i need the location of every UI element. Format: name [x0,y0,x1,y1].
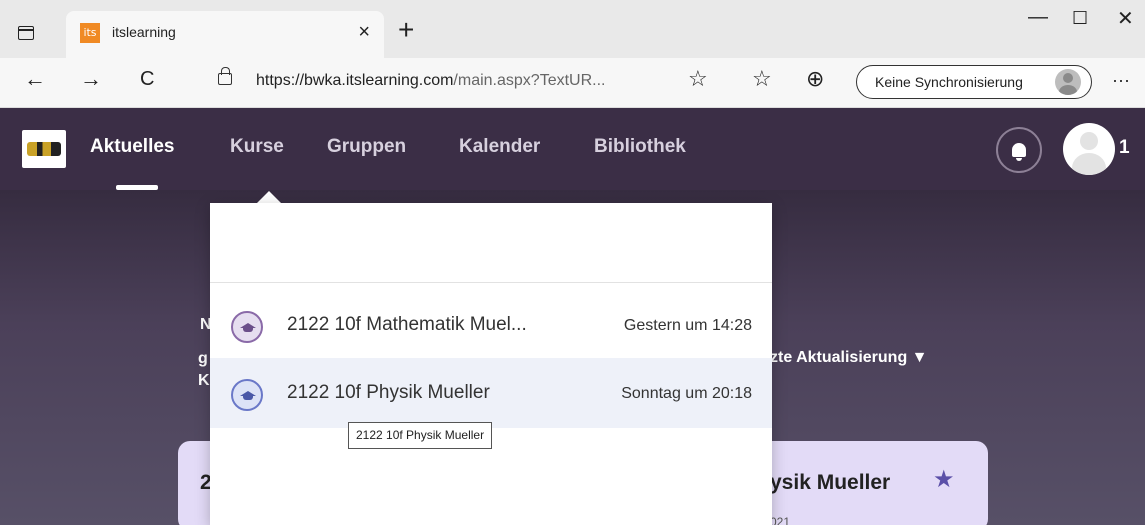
favorite-star-icon[interactable]: ★ [933,465,955,494]
collections-icon[interactable]: ⊕ [806,66,824,92]
minimize-icon[interactable]: — [1028,6,1048,29]
text-partial: K [198,372,210,389]
school-logo[interactable] [22,130,66,168]
profile-avatar-icon [1055,69,1081,95]
more-icon[interactable]: ··· [1112,70,1130,91]
course-item-physik[interactable]: 2122 10f Physik Mueller Sonntag um 20:18 [210,358,772,428]
app-header: Aktuelles Kurse Gruppen Kalender Bibliot… [0,108,1145,190]
back-icon[interactable]: ← [24,66,46,92]
sync-profile-button[interactable]: Keine Synchronisierung [856,65,1092,99]
sync-label: Keine Synchronisierung [875,74,1023,90]
itslearning-favicon-icon: its [80,23,100,43]
course-timestamp: Gestern um 14:28 [623,317,752,334]
text-partial: g [198,350,208,367]
url-path: /main.aspx?TextUR... [453,72,606,89]
user-avatar[interactable] [1063,123,1115,175]
course-item-mathematik[interactable]: 2122 10f Mathematik Muel... Gestern um 1… [210,290,772,360]
add-favorite-icon[interactable]: ☆ [688,66,708,92]
browser-toolbar: ← → C https://bwka.itslearning.com/main.… [0,58,1145,108]
dropdown-search-area[interactable] [210,203,772,283]
notifications-button[interactable] [996,127,1042,173]
close-tab-icon[interactable]: × [358,21,370,44]
forward-icon[interactable]: → [80,66,102,92]
card-title[interactable]: ysik Mueller [770,471,890,495]
lock-icon[interactable] [218,67,232,85]
url-host: https://bwka.itslearning.com [256,72,454,89]
browser-tab[interactable]: its itslearning × [66,11,384,58]
graduation-cap-icon [231,379,263,411]
course-name: 2122 10f Physik Mueller [287,382,490,403]
new-tab-icon[interactable]: + [398,16,414,44]
course-tooltip: 2122 10f Physik Mueller [348,422,493,449]
url-text[interactable]: https://bwka.itslearning.com/main.aspx?T… [256,72,605,90]
nav-gruppen[interactable]: Gruppen [327,136,406,158]
notification-count: 1 [1119,137,1130,158]
tab-title: itslearning [112,24,176,40]
nav-aktuelles[interactable]: Aktuelles [90,136,174,158]
nav-kalender[interactable]: Kalender [459,136,540,158]
nav-bibliothek[interactable]: Bibliothek [594,136,686,158]
course-timestamp: Sonntag um 20:18 [621,385,752,402]
favorites-icon[interactable]: ☆ [752,66,772,92]
tab-actions-icon[interactable] [18,26,34,40]
address-bar[interactable]: https://bwka.itslearning.com/main.aspx?T… [198,64,718,100]
card-subtitle: 021 [770,515,791,525]
close-window-icon[interactable]: ✕ [1117,6,1134,31]
cap-shape [240,391,256,400]
browser-tab-strip: its itslearning × + — ☐ ✕ [0,0,1145,58]
nav-kurse[interactable]: Kurse [230,136,284,158]
courses-dropdown: 2122 10f Mathematik Muel... Gestern um 1… [210,203,772,525]
bell-icon [1012,143,1026,161]
sort-dropdown[interactable]: zte Aktualisierung ▼ [770,349,928,367]
graduation-cap-icon [231,311,263,343]
maximize-icon[interactable]: ☐ [1072,8,1088,29]
refresh-icon[interactable]: C [140,68,154,91]
logo-mark [27,142,61,156]
course-name: 2122 10f Mathematik Muel... [287,314,527,335]
cap-shape [240,323,256,332]
